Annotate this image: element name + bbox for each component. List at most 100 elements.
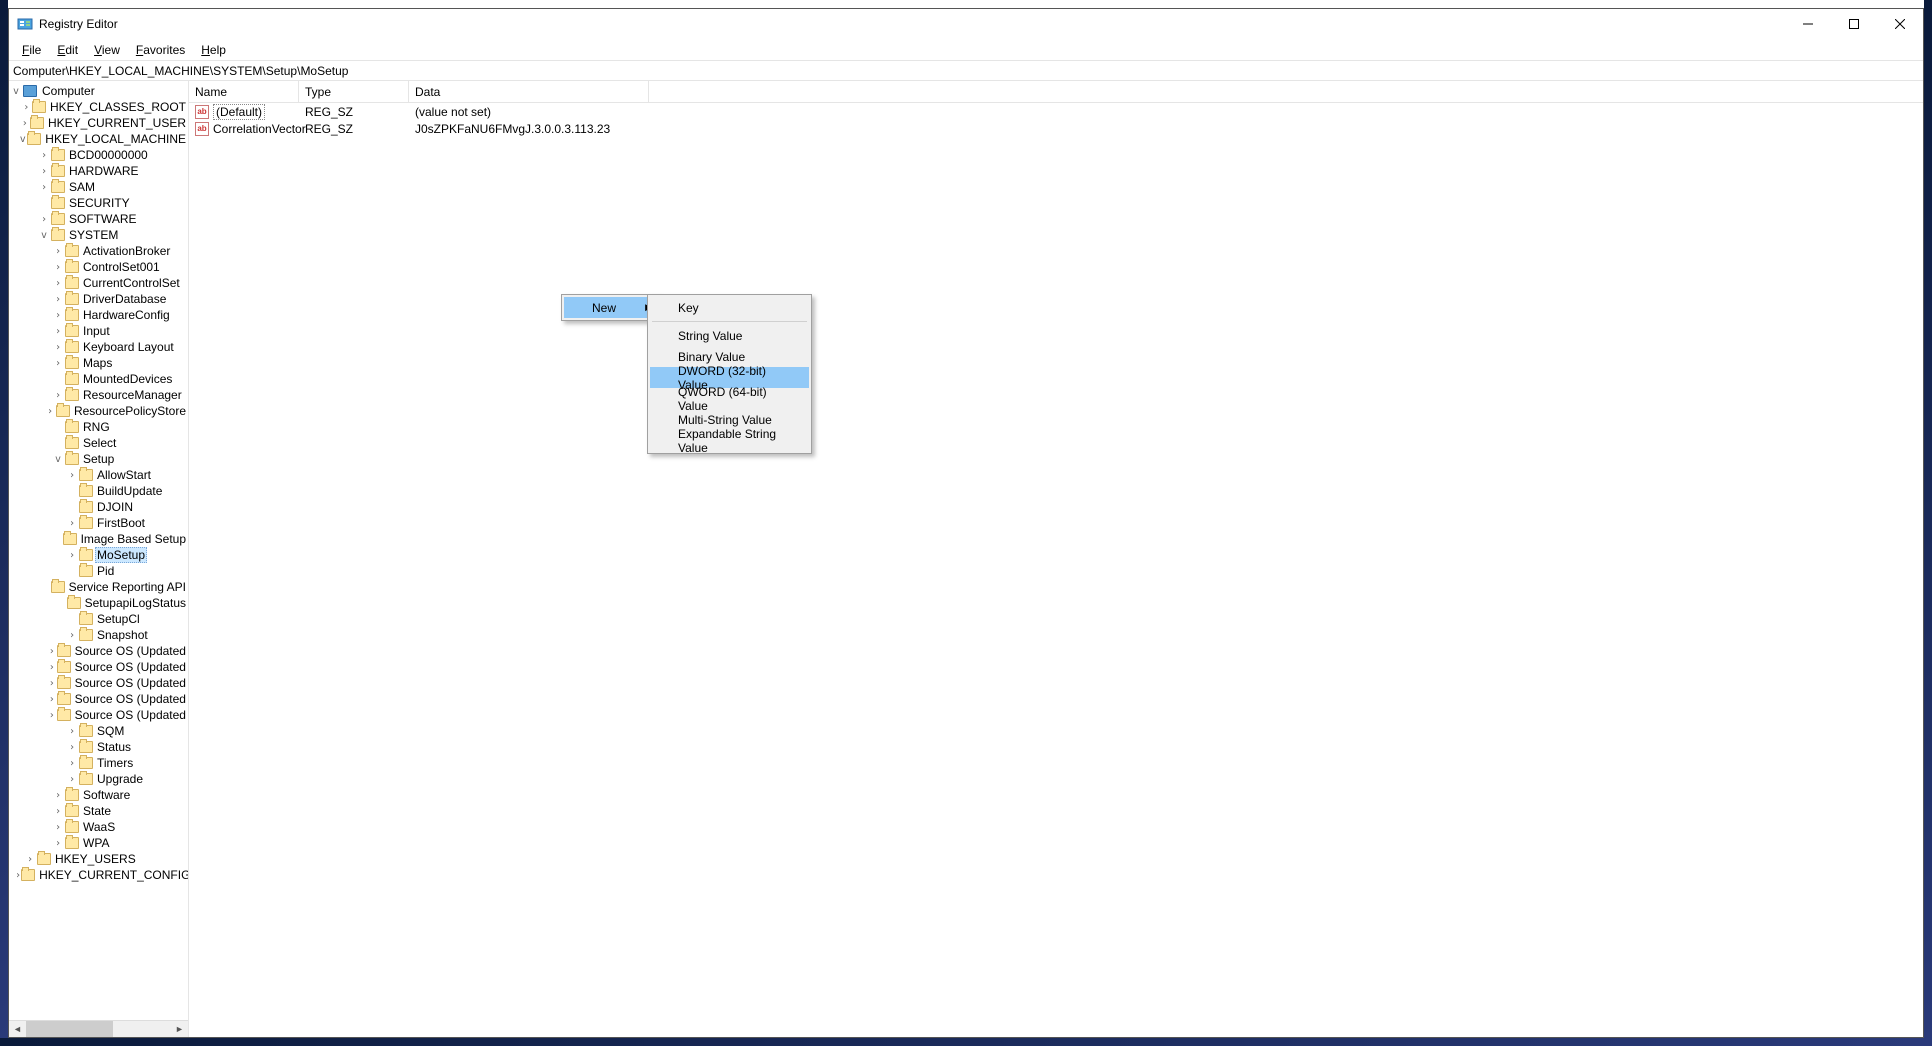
tree-node-setupcl[interactable]: .....SetupCl: [9, 611, 188, 627]
folder-icon: [65, 293, 79, 305]
folder-icon: [32, 101, 46, 113]
tree-node-hku[interactable]: .›HKEY_USERS: [9, 851, 188, 867]
tree-node-waas[interactable]: ...›WaaS: [9, 819, 188, 835]
tree-node-sourceos5[interactable]: ....›Source OS (Updated: [9, 707, 188, 723]
tree-node-mosetup[interactable]: ....›MoSetup: [9, 547, 188, 563]
context-menu-key[interactable]: Key: [650, 297, 809, 318]
tree-node-imagebasedsetup[interactable]: .....Image Based Setup: [9, 531, 188, 547]
minimize-button[interactable]: [1785, 9, 1831, 39]
tree-node-security[interactable]: ...SECURITY: [9, 195, 188, 211]
tree-node-computer[interactable]: vComputer: [9, 83, 188, 99]
menubar: File Edit View Favorites Help: [9, 39, 1923, 60]
tree-node-resourcemanager[interactable]: ...›ResourceManager: [9, 387, 188, 403]
scroll-right-icon[interactable]: ►: [171, 1021, 188, 1038]
value-name: (Default): [213, 104, 265, 120]
maximize-button[interactable]: [1831, 9, 1877, 39]
folder-icon: [65, 341, 79, 353]
tree-node-firstboot[interactable]: ....›FirstBoot: [9, 515, 188, 531]
tree-node-sqm[interactable]: ....›SQM: [9, 723, 188, 739]
tree-node-pid[interactable]: .....Pid: [9, 563, 188, 579]
tree-node-keyboardlayout[interactable]: ...›Keyboard Layout: [9, 339, 188, 355]
tree-node-controlset001[interactable]: ...›ControlSet001: [9, 259, 188, 275]
tree-node-hkcr[interactable]: .›HKEY_CLASSES_ROOT: [9, 99, 188, 115]
desktop-background: [1924, 0, 1932, 1046]
column-data[interactable]: Data: [409, 81, 649, 102]
tree-node-software[interactable]: ..›SOFTWARE: [9, 211, 188, 227]
tree-node-djoin[interactable]: .....DJOIN: [9, 499, 188, 515]
registry-editor-window: Registry Editor File Edit View Favorites…: [8, 8, 1924, 1038]
tree-hscrollbar[interactable]: ◄ ►: [9, 1020, 188, 1037]
folder-icon: [65, 837, 79, 849]
menu-edit[interactable]: Edit: [50, 41, 85, 59]
tree-node-driverdatabase[interactable]: ...›DriverDatabase: [9, 291, 188, 307]
tree-node-hkcc[interactable]: .›HKEY_CURRENT_CONFIG: [9, 867, 188, 883]
tree-node-input[interactable]: ...›Input: [9, 323, 188, 339]
context-submenu-new: Key String Value Binary Value DWORD (32-…: [647, 294, 812, 454]
tree-node-setupapilogstatus[interactable]: .....SetupapiLogStatus: [9, 595, 188, 611]
folder-icon: [79, 517, 93, 529]
folder-icon: [65, 453, 79, 465]
tree-node-hardwareconfig[interactable]: ...›HardwareConfig: [9, 307, 188, 323]
tree-node-snapshot[interactable]: ....›Snapshot: [9, 627, 188, 643]
tree-node-sam[interactable]: ..›SAM: [9, 179, 188, 195]
computer-icon: [23, 85, 37, 97]
tree-node-wpa[interactable]: ...›WPA: [9, 835, 188, 851]
close-button[interactable]: [1877, 9, 1923, 39]
tree-node-software2[interactable]: ...›Software: [9, 787, 188, 803]
tree-node-activationbroker[interactable]: ...›ActivationBroker: [9, 243, 188, 259]
folder-icon: [65, 805, 79, 817]
menu-view[interactable]: View: [87, 41, 127, 59]
folder-icon: [65, 389, 79, 401]
tree-node-rng[interactable]: ....RNG: [9, 419, 188, 435]
tree-node-currentcontrolset[interactable]: ...›CurrentControlSet: [9, 275, 188, 291]
menu-file[interactable]: File: [15, 41, 48, 59]
column-type[interactable]: Type: [299, 81, 409, 102]
scroll-thumb[interactable]: [26, 1021, 113, 1038]
titlebar[interactable]: Registry Editor: [9, 9, 1923, 39]
folder-icon: [57, 677, 71, 689]
value-row[interactable]: abCorrelationVector REG_SZ J0sZPKFaNU6FM…: [189, 120, 1923, 137]
value-name: CorrelationVector: [213, 122, 306, 136]
folder-icon: [79, 773, 93, 785]
context-menu-string-value[interactable]: String Value: [650, 325, 809, 346]
tree-node-buildupdate[interactable]: .....BuildUpdate: [9, 483, 188, 499]
address-input[interactable]: [13, 64, 1919, 78]
tree-node-setup[interactable]: ...vSetup: [9, 451, 188, 467]
tree-node-hklm[interactable]: .vHKEY_LOCAL_MACHINE: [9, 131, 188, 147]
folder-icon: [51, 213, 65, 225]
context-menu-new[interactable]: New ▶: [564, 297, 658, 318]
folder-icon: [65, 261, 79, 273]
context-menu-qword-value[interactable]: QWORD (64-bit) Value: [650, 388, 809, 409]
tree-node-status[interactable]: ....›Status: [9, 739, 188, 755]
tree-node-select[interactable]: ....Select: [9, 435, 188, 451]
tree-node-system[interactable]: ..vSYSTEM: [9, 227, 188, 243]
folder-icon: [67, 597, 81, 609]
tree-node-hkcu[interactable]: .›HKEY_CURRENT_USER: [9, 115, 188, 131]
tree-node-state[interactable]: ...›State: [9, 803, 188, 819]
tree-node-servicereporting[interactable]: .....Service Reporting API: [9, 579, 188, 595]
value-type: REG_SZ: [299, 105, 409, 119]
menu-help[interactable]: Help: [194, 41, 233, 59]
value-row[interactable]: ab(Default) REG_SZ (value not set): [189, 103, 1923, 120]
tree-node-timers[interactable]: ....›Timers: [9, 755, 188, 771]
scroll-left-icon[interactable]: ◄: [9, 1021, 26, 1038]
tree-node-bcd[interactable]: ..›BCD00000000: [9, 147, 188, 163]
context-menu-expandable-value[interactable]: Expandable String Value: [650, 430, 809, 451]
folder-icon: [51, 581, 65, 593]
column-name[interactable]: Name: [189, 81, 299, 102]
tree-node-sourceos3[interactable]: ....›Source OS (Updated: [9, 675, 188, 691]
tree-node-resourcepolicystore[interactable]: ...›ResourcePolicyStore: [9, 403, 188, 419]
tree-node-sourceos1[interactable]: ....›Source OS (Updated: [9, 643, 188, 659]
tree-node-maps[interactable]: ...›Maps: [9, 355, 188, 371]
registry-tree[interactable]: vComputer .›HKEY_CLASSES_ROOT .›HKEY_CUR…: [9, 81, 188, 883]
folder-icon: [79, 725, 93, 737]
tree-node-upgrade[interactable]: ....›Upgrade: [9, 771, 188, 787]
tree-node-hardware[interactable]: ..›HARDWARE: [9, 163, 188, 179]
menu-favorites[interactable]: Favorites: [129, 41, 192, 59]
tree-node-sourceos4[interactable]: ....›Source OS (Updated: [9, 691, 188, 707]
tree-node-mounteddevices[interactable]: ....MountedDevices: [9, 371, 188, 387]
values-pane[interactable]: Name Type Data ab(Default) REG_SZ (value…: [189, 81, 1923, 1037]
folder-icon: [27, 133, 41, 145]
tree-node-sourceos2[interactable]: ....›Source OS (Updated: [9, 659, 188, 675]
tree-node-allowstart[interactable]: ....›AllowStart: [9, 467, 188, 483]
